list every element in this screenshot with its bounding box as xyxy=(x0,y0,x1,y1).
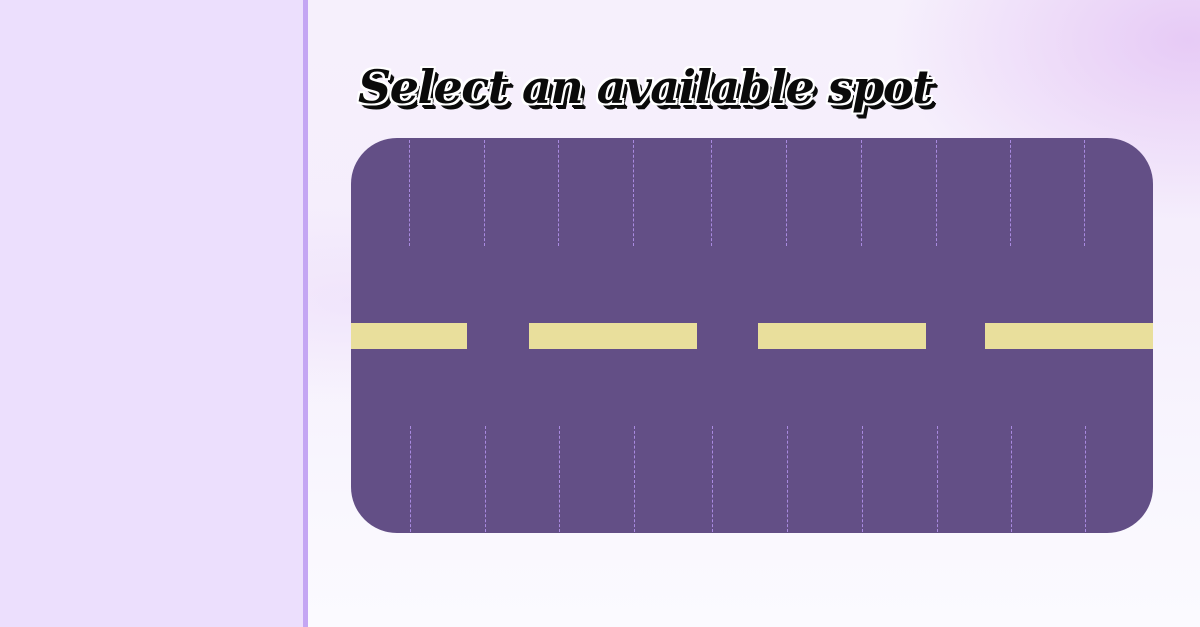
spot-divider xyxy=(485,426,486,532)
parking-spot[interactable] xyxy=(937,426,1011,533)
spot-divider xyxy=(633,140,634,246)
parking-spot[interactable] xyxy=(634,426,708,533)
spot-divider xyxy=(936,140,937,246)
parking-spot[interactable] xyxy=(558,138,632,246)
parking-spot[interactable] xyxy=(1010,138,1084,246)
parking-spot[interactable] xyxy=(711,138,785,246)
spot-divider xyxy=(484,140,485,246)
parking-spot[interactable] xyxy=(559,426,633,533)
center-line-dash xyxy=(758,323,926,349)
center-line-dash xyxy=(985,323,1153,349)
spot-divider xyxy=(861,140,862,246)
parking-spot[interactable] xyxy=(485,426,559,533)
sidebar xyxy=(0,0,308,627)
page-title: Select an available spot xyxy=(358,60,933,114)
parking-spot[interactable] xyxy=(1011,426,1085,533)
center-line-dash xyxy=(529,323,697,349)
parking-spot[interactable] xyxy=(862,426,936,533)
parking-spot[interactable] xyxy=(410,426,484,533)
parking-lot xyxy=(351,138,1153,533)
parking-spot[interactable] xyxy=(787,426,861,533)
spot-divider xyxy=(1085,426,1086,532)
parking-spot[interactable] xyxy=(409,138,483,246)
parking-spot[interactable] xyxy=(633,138,707,246)
spot-divider xyxy=(1010,140,1011,246)
parking-spot[interactable] xyxy=(861,138,935,246)
spot-divider xyxy=(559,426,560,532)
parking-spot[interactable] xyxy=(786,138,860,246)
spot-divider xyxy=(786,140,787,246)
spot-divider xyxy=(862,426,863,532)
parking-spot[interactable] xyxy=(1084,138,1153,246)
spot-divider xyxy=(712,426,713,532)
spot-divider xyxy=(634,426,635,532)
spot-divider xyxy=(1011,426,1012,532)
parking-spot[interactable] xyxy=(712,426,786,533)
spot-divider xyxy=(409,140,410,246)
parking-spot[interactable] xyxy=(484,138,558,246)
spot-divider xyxy=(410,426,411,532)
spot-divider xyxy=(711,140,712,246)
spot-divider xyxy=(558,140,559,246)
center-line-dash xyxy=(351,323,467,349)
spot-divider xyxy=(1084,140,1085,246)
parking-spot[interactable] xyxy=(1085,426,1153,533)
spot-divider xyxy=(937,426,938,532)
spot-divider xyxy=(787,426,788,532)
parking-spot[interactable] xyxy=(936,138,1010,246)
